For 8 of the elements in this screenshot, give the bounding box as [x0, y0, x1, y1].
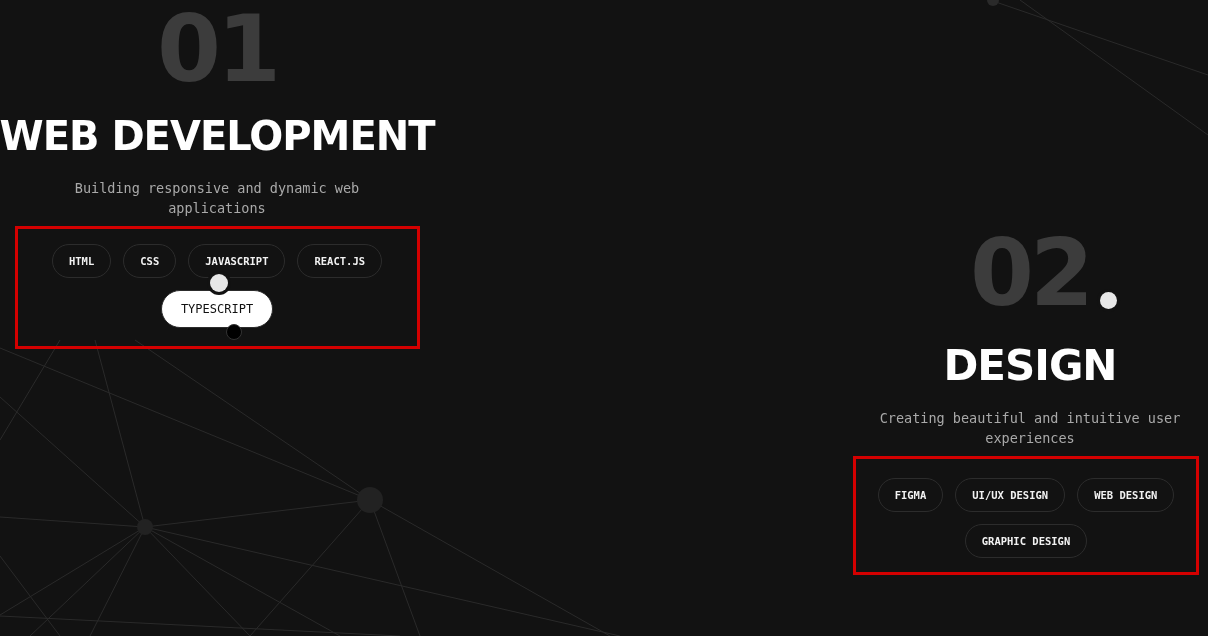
cursor-ring-icon — [226, 324, 242, 340]
section-description: Building responsive and dynamic web applications — [73, 179, 361, 218]
section-title: DESIGN — [943, 342, 1117, 390]
section-title: WEB DEVELOPMENT — [0, 112, 435, 160]
cursor-dot-icon — [210, 274, 228, 292]
cursor-dot-icon — [1100, 292, 1117, 309]
skill-chip[interactable]: TYPESCRIPT — [160, 290, 274, 328]
section-description: Creating beautiful and intuitive user experiences — [878, 409, 1182, 448]
